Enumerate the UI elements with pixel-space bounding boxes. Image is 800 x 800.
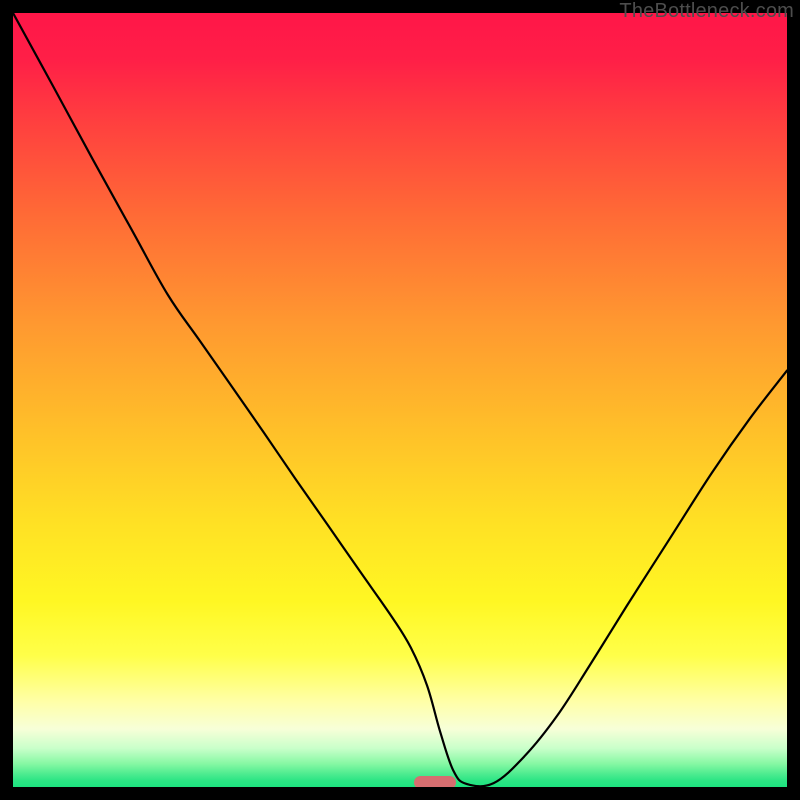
optimum-marker [414,776,456,787]
plot-area [13,13,787,787]
bottleneck-curve [13,13,787,787]
chart-frame: TheBottleneck.com [0,0,800,800]
watermark-text: TheBottleneck.com [619,0,794,23]
